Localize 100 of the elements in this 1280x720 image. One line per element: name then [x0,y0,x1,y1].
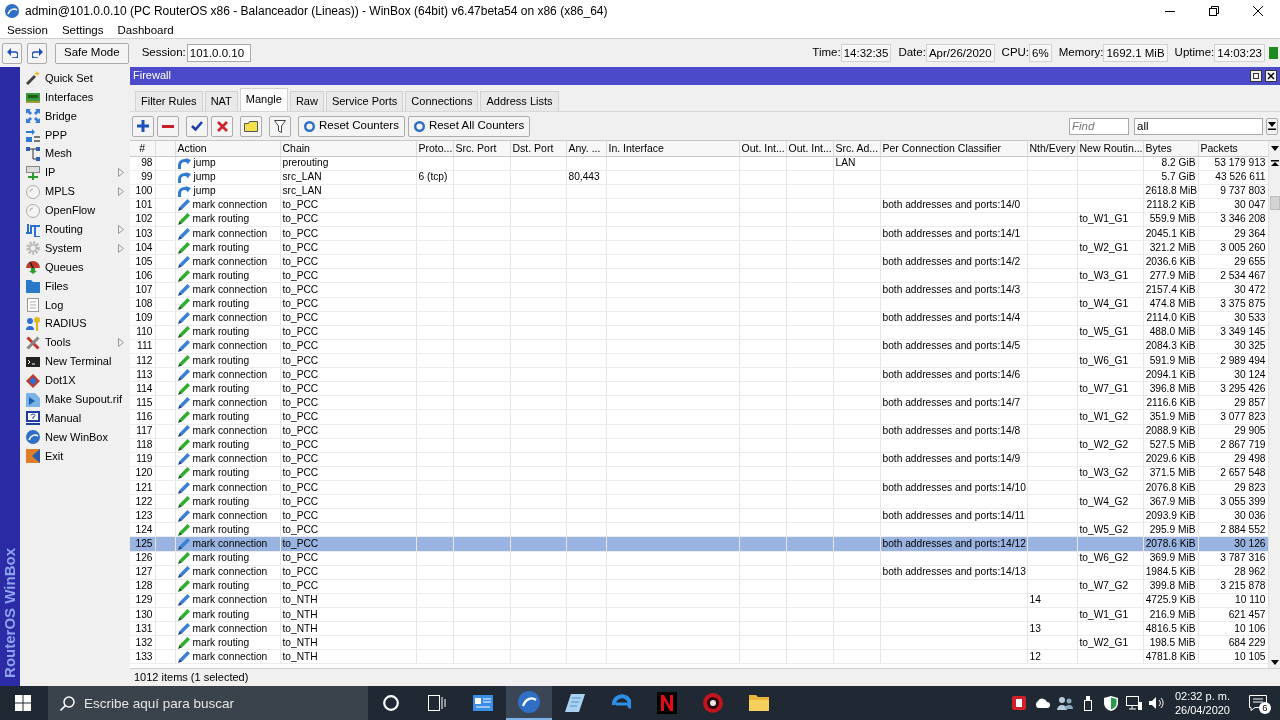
safe-mode-button[interactable]: Safe Mode [55,42,129,64]
table-row[interactable]: 123 mark connection to_PCC both addresses and ports:14/11 2093.9 KiB 30 036 [130,508,1268,523]
table-row[interactable]: 119 mark connection to_PCC both addresses and ports:14/9 2029.6 KiB 29 498 [130,452,1268,467]
close-icon[interactable] [1265,70,1277,82]
column-header[interactable]: Src. Ad... [833,141,880,156]
table-row[interactable]: 111 mark connection to_PCC both addresses and ports:14/5 2084.3 KiB 30 325 [130,339,1268,354]
restore-icon[interactable] [1250,70,1262,82]
table-row[interactable]: 133 mark connection to_NTH 12 4781.8 KiB 10 105 [130,649,1268,664]
scroll-down-icon[interactable] [1271,660,1279,665]
table-row[interactable]: 106 mark routing to_PCC to_W3_G1 277.9 MiB 2 534 467 [130,268,1268,283]
column-header[interactable]: Action [175,141,280,156]
column-header[interactable]: Any. ... [566,141,606,156]
table-row[interactable]: 130 mark routing to_NTH to_W1_G1 216.9 MiB 621 457 [130,607,1268,622]
dropdown-button[interactable] [1266,117,1278,135]
table-row[interactable]: 117 mark connection to_PCC both addresses and ports:14/8 2088.9 KiB 29 905 [130,424,1268,439]
column-header[interactable]: Dst. Port [510,141,566,156]
table-row[interactable]: 126 mark routing to_PCC to_W6_G2 369.9 MiB 3 787 316 [130,551,1268,566]
column-header[interactable]: Nth/Every [1027,141,1077,156]
sidebar-item[interactable]: New Terminal [20,352,128,372]
table-row[interactable]: 125 mark connection to_PCC both addresses and ports:14/12 2078.6 KiB 30 126 [130,536,1268,552]
table-row[interactable]: 115 mark connection to_PCC both addresses and ports:14/7 2116.6 KiB 29 857 [130,395,1268,410]
reset-counters-button[interactable]: Reset All Counters [407,115,531,137]
reset-counters-button[interactable]: Reset Counters [298,115,405,137]
table-row[interactable]: 110 mark routing to_PCC to_W5_G1 488.0 MiB 3 349 145 [130,325,1268,340]
table-row[interactable]: 131 mark connection to_NTH 13 4816.5 KiB 10 106 [130,621,1268,636]
table-row[interactable]: 127 mark connection to_PCC both addresses and ports:14/13 1984.5 KiB 28 962 [130,565,1268,580]
table-row[interactable]: 120 mark routing to_PCC to_W3_G2 371.5 MiB 2 657 548 [130,466,1268,481]
sidebar-item[interactable]: System [20,239,128,258]
table-row[interactable]: 132 mark routing to_NTH to_W2_G1 198.5 MiB 684 229 [130,635,1268,650]
undo-button[interactable] [2,42,22,64]
notifications-button[interactable]: 6 [1236,686,1280,720]
sidebar-item[interactable]: Files [20,276,128,296]
table-row[interactable]: 104 mark routing to_PCC to_W2_G1 321.2 MiB 3 005 260 [130,240,1268,255]
enable-button[interactable] [186,115,208,137]
filter-button[interactable] [269,115,291,137]
filter-dropdown[interactable]: all [1134,117,1263,135]
add-button[interactable] [132,115,154,137]
sidebar-item[interactable]: Queues [20,257,128,277]
find-field[interactable]: Find [1069,117,1129,135]
tab[interactable]: Filter Rules [135,91,203,111]
sidebar-item[interactable]: Log [20,295,128,315]
sidebar-item[interactable]: New WinBox [20,427,128,447]
table-row[interactable]: 114 mark routing to_PCC to_W7_G1 396.8 MiB 3 295 426 [130,381,1268,396]
tab[interactable]: NAT [204,91,238,111]
table-row[interactable]: 122 mark routing to_PCC to_W4_G2 367.9 MiB 3 055 399 [130,494,1268,509]
sidebar-item[interactable]: Tools [20,333,128,353]
table-row[interactable]: 101 mark connection to_PCC both addresses and ports:14/0 2118.2 KiB 30 047 [130,198,1268,213]
column-header[interactable]: Packets [1198,141,1268,156]
column-header[interactable]: # [130,141,155,156]
table-row[interactable]: 112 mark routing to_PCC to_W6_G1 591.9 MiB 2 989 494 [130,353,1268,368]
column-header[interactable]: Out. Int... [739,141,786,156]
column-header[interactable]: Per Connection Classifier [880,141,1027,156]
sidebar-item[interactable]: OpenFlow [20,201,128,221]
search-field[interactable]: Escribe aquí para buscar [48,686,368,720]
tab[interactable]: Connections [405,91,479,111]
remove-button[interactable] [157,115,179,137]
sidebar-item[interactable]: Dot1X [20,371,128,391]
sidebar-item[interactable]: Mesh [20,144,128,164]
sidebar-item[interactable]: IP [20,163,128,183]
table-row[interactable]: 98 jump prerouting LAN 8.2 GiB 53 179 913 [130,156,1268,171]
table-row[interactable]: 124 mark routing to_PCC to_W5_G2 295.9 MiB 2 884 552 [130,522,1268,537]
table-row[interactable]: 108 mark routing to_PCC to_W4_G1 474.8 MiB 3 375 875 [130,297,1268,312]
sidebar-item[interactable]: Manual [20,409,128,428]
scrollbar[interactable] [1268,141,1280,668]
tab[interactable]: Mangle [239,88,288,111]
table-row[interactable]: 128 mark routing to_PCC to_W7_G2 399.8 MiB 3 215 878 [130,579,1268,594]
table-row[interactable]: 105 mark connection to_PCC both addresses and ports:14/2 2036.6 KiB 29 655 [130,254,1268,269]
scroll-up-icon[interactable] [1271,160,1279,166]
tab[interactable]: Address Lists [480,91,559,111]
sidebar-item[interactable]: Quick Set [20,69,128,88]
table-row[interactable]: 121 mark connection to_PCC both addresses and ports:14/10 2076.8 KiB 29 823 [130,480,1268,495]
column-header[interactable]: Src. Port [453,141,510,156]
sidebar-item[interactable]: Interfaces [20,87,128,107]
column-header[interactable]: Proto... [416,141,453,156]
sidebar-item[interactable]: PPP [20,125,128,145]
menu-item[interactable]: Settings [54,22,111,38]
table-row[interactable]: 103 mark connection to_PCC both addresses and ports:14/1 2045.1 KiB 29 364 [130,226,1268,241]
comment-button[interactable] [240,115,262,137]
column-header[interactable]: Chain [280,141,416,156]
session-field[interactable]: 101.0.0.10 [186,44,251,62]
table-row[interactable]: 129 mark connection to_NTH 14 4725.9 KiB 10 110 [130,593,1268,608]
tab[interactable]: Service Ports [325,91,404,111]
sidebar-item[interactable]: MPLS [20,182,128,202]
column-header[interactable]: New Routin... [1077,141,1143,156]
redo-button[interactable] [27,42,47,64]
disable-button[interactable] [211,115,233,137]
menu-item[interactable]: Session [0,22,55,38]
sidebar-item[interactable]: Bridge [20,106,128,126]
table-row[interactable]: 102 mark routing to_PCC to_W1_G1 559.9 MiB 3 346 208 [130,212,1268,227]
tab[interactable]: Raw [289,91,324,111]
table-row[interactable]: 116 mark routing to_PCC to_W1_G2 351.9 MiB 3 077 823 [130,409,1268,425]
table-row[interactable]: 100 jump src_LAN 2618.8 MiB 9 737 803 [130,184,1268,199]
column-menu-icon[interactable] [1271,146,1279,151]
sidebar-item[interactable]: Exit [20,446,128,466]
menu-item[interactable]: Dashboard [110,22,181,38]
column-header[interactable]: Bytes [1143,141,1198,156]
sidebar-item[interactable]: Routing [20,220,128,239]
table-row[interactable]: 107 mark connection to_PCC both addresses and ports:14/3 2157.4 KiB 30 472 [130,283,1268,298]
clock-button[interactable]: 02:32 p. m. 26/04/2020 [1168,686,1236,720]
table-row[interactable]: 113 mark connection to_PCC both addresses and ports:14/6 2094.1 KiB 30 124 [130,367,1268,382]
